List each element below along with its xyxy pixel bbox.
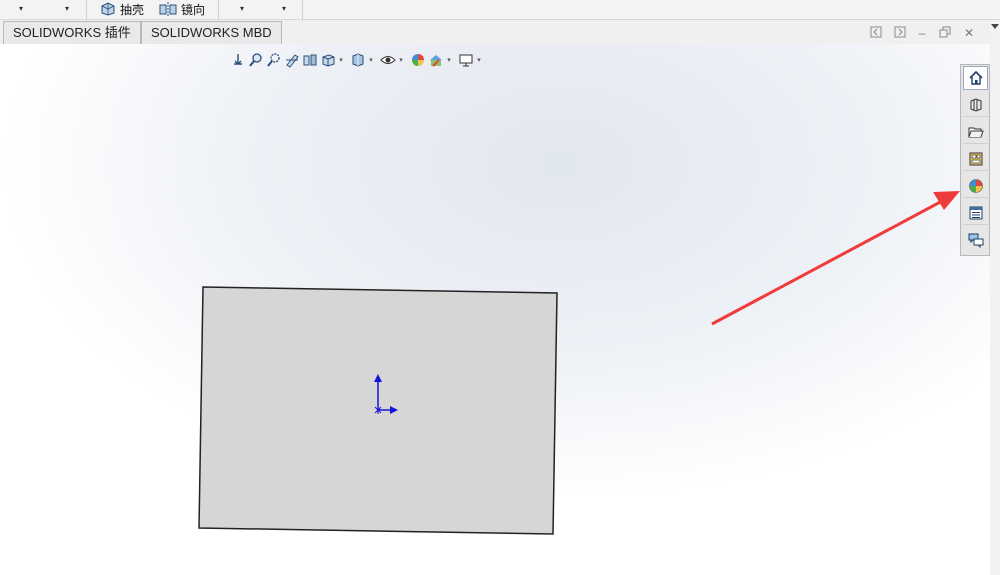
mirror-icon (159, 2, 177, 16)
ribbon-separator (86, 0, 87, 20)
display-style-dropdown-icon[interactable]: ▾ (367, 56, 375, 64)
hide-show-dropdown-icon[interactable]: ▾ (397, 56, 405, 64)
apply-scene-dropdown-icon[interactable]: ▾ (445, 56, 453, 64)
mirror-button[interactable]: 镜向 (159, 0, 205, 18)
close-button[interactable]: ✕ (962, 26, 976, 42)
minimize-button[interactable]: – (915, 26, 929, 42)
edit-appearance-icon[interactable] (409, 51, 427, 69)
ribbon-dropdown-arrow[interactable]: ▾ (237, 4, 247, 14)
mirror-label: 镜向 (181, 2, 206, 17)
section-view-icon[interactable] (283, 51, 301, 69)
collapse-arrow-icon[interactable] (991, 24, 999, 29)
ribbon-dropdown-arrow[interactable]: ▾ (279, 4, 289, 14)
ribbon-separator (218, 0, 219, 20)
view-palette-icon[interactable] (963, 147, 988, 171)
ribbon-dropdown-arrow[interactable]: ▾ (16, 4, 26, 14)
ribbon-dropdown-arrow[interactable]: ▾ (62, 4, 72, 14)
tab-solidworks-addins[interactable]: SOLIDWORKS 插件 (3, 21, 141, 44)
shell-button[interactable]: 抽壳 (100, 0, 144, 18)
home-icon[interactable] (963, 66, 988, 90)
task-pane-tabs (960, 64, 990, 256)
heads-up-view-toolbar: ▾ ▾ ▾ ▾ ▾ (229, 51, 483, 69)
graphics-area[interactable] (0, 44, 990, 575)
custom-properties-icon[interactable] (963, 201, 988, 225)
zoom-to-fit-icon[interactable] (229, 51, 247, 69)
tile-right-icon[interactable] (893, 26, 907, 42)
file-explorer-icon[interactable] (963, 120, 988, 144)
hide-show-items-icon[interactable] (379, 51, 397, 69)
zoom-to-area-icon[interactable] (247, 51, 265, 69)
right-edge-strip (990, 20, 1000, 575)
ribbon-separator (302, 0, 303, 20)
design-library-icon[interactable] (963, 93, 988, 117)
appearances-scenes-icon[interactable] (963, 174, 988, 198)
shell-label: 抽壳 (120, 2, 145, 17)
shell-icon (100, 2, 116, 16)
apply-scene-icon[interactable] (427, 51, 445, 69)
command-manager-ribbon: ▾ ▾ 抽壳 镜向 ▾ ▾ (0, 0, 1000, 20)
view-settings-icon[interactable] (457, 51, 475, 69)
restore-button[interactable] (938, 26, 952, 42)
tab-solidworks-mbd[interactable]: SOLIDWORKS MBD (141, 21, 282, 44)
dynamic-annotation-icon[interactable] (301, 51, 319, 69)
display-style-icon[interactable] (349, 51, 367, 69)
view-settings-dropdown-icon[interactable]: ▾ (475, 56, 483, 64)
command-manager-tabs: SOLIDWORKS 插件 SOLIDWORKS MBD (0, 20, 1000, 44)
tile-left-icon[interactable] (869, 26, 883, 42)
previous-view-icon[interactable] (265, 51, 283, 69)
forum-icon[interactable] (963, 228, 988, 252)
view-orientation-dropdown-icon[interactable]: ▾ (337, 56, 345, 64)
view-orientation-icon[interactable] (319, 51, 337, 69)
